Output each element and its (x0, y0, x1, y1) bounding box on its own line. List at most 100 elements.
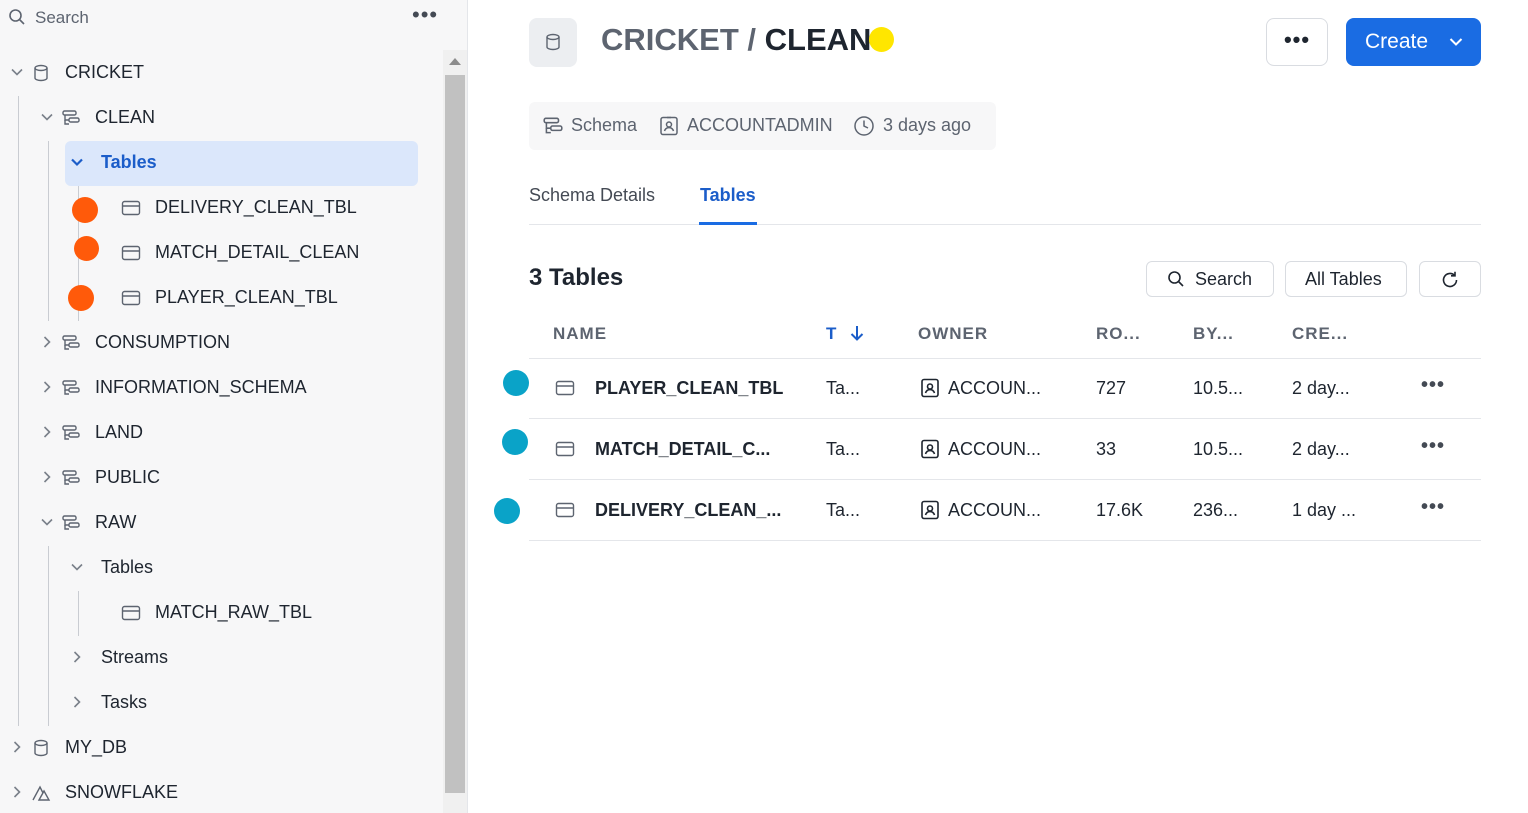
table-icon (121, 288, 141, 308)
row-bytes: 236... (1193, 500, 1239, 520)
tree-item-delivery-clean-tbl[interactable]: DELIVERY_CLEAN_TBL (0, 186, 440, 231)
detail-tabs: Schema Details Tables (529, 182, 1481, 225)
tree-item-cricket[interactable]: CRICKET (0, 51, 440, 96)
tree-item-tasks[interactable]: Tasks (0, 681, 440, 726)
create-button[interactable]: Create (1346, 18, 1481, 66)
annotation-marker (502, 429, 528, 455)
chevron-down-icon[interactable] (70, 560, 84, 574)
column-header-type[interactable]: T (826, 324, 837, 344)
sidebar-search[interactable]: Search ••• (0, 0, 445, 36)
annotation-marker (74, 236, 99, 261)
search-icon (1167, 270, 1185, 288)
tree-item-public[interactable]: PUBLIC (0, 456, 440, 501)
tree-item-raw[interactable]: RAW (0, 501, 440, 546)
tree-item-player-clean-tbl[interactable]: PLAYER_CLEAN_TBL (0, 276, 440, 321)
row-created: 2 day... (1292, 439, 1350, 459)
tree-item-snowflake[interactable]: SNOWFLAKE (0, 771, 440, 813)
scrollbar-thumb[interactable] (445, 75, 465, 793)
chevron-right-icon[interactable] (40, 380, 54, 394)
table-row[interactable]: MATCH_DETAIL_C... Ta... ACCOUN... 33 10.… (529, 419, 1481, 480)
table-search-button[interactable]: Search (1146, 261, 1274, 297)
tree-item-match-detail-clean[interactable]: MATCH_DETAIL_CLEAN (0, 231, 440, 276)
row-rows: 17.6K (1096, 500, 1144, 520)
tree-item-streams[interactable]: Streams (0, 636, 440, 681)
chevron-down-icon[interactable] (40, 515, 54, 529)
sort-descending-icon[interactable] (849, 324, 865, 342)
row-created: 2 day... (1292, 378, 1350, 398)
refresh-icon (1440, 270, 1460, 290)
tree-item-my-db[interactable]: MY_DB (0, 726, 440, 771)
chevron-right-icon[interactable] (70, 695, 84, 709)
owner-icon (919, 438, 941, 460)
schema-icon (61, 333, 81, 353)
row-name[interactable]: DELIVERY_CLEAN_... (595, 500, 781, 521)
schema-detail-panel: CRICKET / CLEAN ••• Create Schema ACCOUN… (469, 0, 1528, 813)
database-icon (31, 63, 51, 83)
tree-item-label: CONSUMPTION (95, 332, 230, 352)
sidebar-more-icon[interactable]: ••• (412, 4, 438, 26)
schema-icon (542, 115, 564, 137)
title-schema: CLEAN (764, 22, 872, 57)
tree-item-label: MATCH_RAW_TBL (155, 602, 313, 622)
database-icon (529, 18, 577, 67)
row-more-icon[interactable]: ••• (1421, 435, 1445, 458)
search-icon (8, 8, 26, 26)
tree-item-label: MY_DB (65, 737, 128, 757)
filter-label: All Tables (1305, 269, 1382, 289)
refresh-button[interactable] (1419, 261, 1481, 297)
chevron-right-icon[interactable] (40, 425, 54, 439)
row-name[interactable]: PLAYER_CLEAN_TBL (595, 378, 783, 399)
database-icon (31, 738, 51, 758)
chevron-right-icon[interactable] (40, 335, 54, 349)
schema-icon (61, 513, 81, 533)
table-icon (555, 378, 575, 398)
more-actions-button[interactable]: ••• (1266, 18, 1328, 66)
row-type: Ta... (826, 378, 861, 398)
chevron-right-icon[interactable] (10, 785, 24, 799)
row-more-icon[interactable]: ••• (1421, 374, 1445, 397)
row-more-icon[interactable]: ••• (1421, 496, 1445, 519)
all-tables-filter[interactable]: All Tables (1285, 261, 1407, 297)
row-rows: 33 (1096, 439, 1117, 459)
tree-item-clean-tables[interactable]: Tables (0, 141, 440, 186)
meta-created: 3 days ago (883, 115, 972, 135)
tree-item-label: Tables (101, 557, 154, 577)
annotation-marker (494, 498, 520, 524)
row-name[interactable]: MATCH_DETAIL_C... (595, 439, 770, 460)
column-header-bytes[interactable]: BY... (1193, 324, 1234, 344)
tree-item-label: Tasks (101, 692, 148, 712)
column-header-name[interactable]: NAME (553, 324, 607, 344)
row-bytes: 10.5... (1193, 439, 1244, 459)
tab-schema-details[interactable]: Schema Details (529, 185, 655, 206)
column-header-rows[interactable]: RO... (1096, 324, 1141, 344)
tree-item-match-raw-tbl[interactable]: MATCH_RAW_TBL (0, 591, 440, 636)
title-database[interactable]: CRICKET (601, 22, 739, 57)
annotation-marker (503, 370, 529, 396)
chevron-down-icon[interactable] (70, 155, 84, 169)
table-icon (555, 439, 575, 459)
table-row[interactable]: PLAYER_CLEAN_TBL Ta... ACCOUN... 727 10.… (529, 358, 1481, 419)
table-icon (121, 603, 141, 623)
column-header-created[interactable]: CRE... (1292, 324, 1348, 344)
chevron-down-icon[interactable] (40, 110, 54, 124)
chevron-right-icon[interactable] (10, 740, 24, 754)
tree-item-raw-tables[interactable]: Tables (0, 546, 440, 591)
scroll-up-arrow[interactable] (449, 58, 461, 65)
table-row[interactable]: DELIVERY_CLEAN_... Ta... ACCOUN... 17.6K… (529, 480, 1481, 541)
tree-item-information-schema[interactable]: INFORMATION_SCHEMA (0, 366, 440, 411)
sidebar-search-placeholder: Search (35, 8, 89, 27)
tree-item-consumption[interactable]: CONSUMPTION (0, 321, 440, 366)
chevron-down-icon[interactable] (10, 65, 24, 79)
chevron-right-icon[interactable] (70, 650, 84, 664)
tables-count: 3 Tables (529, 264, 624, 291)
object-explorer-sidebar: Search ••• CRICKET CLEAN Tables DELIVERY… (0, 0, 468, 813)
column-header-owner[interactable]: OWNER (918, 324, 988, 344)
tree-item-land[interactable]: LAND (0, 411, 440, 456)
schema-icon (61, 378, 81, 398)
tree-item-clean[interactable]: CLEAN (0, 96, 440, 141)
row-rows: 727 (1096, 378, 1127, 398)
tab-tables[interactable]: Tables (700, 185, 756, 206)
annotation-marker (72, 197, 98, 223)
chevron-right-icon[interactable] (40, 470, 54, 484)
meta-type: Schema (571, 115, 638, 135)
